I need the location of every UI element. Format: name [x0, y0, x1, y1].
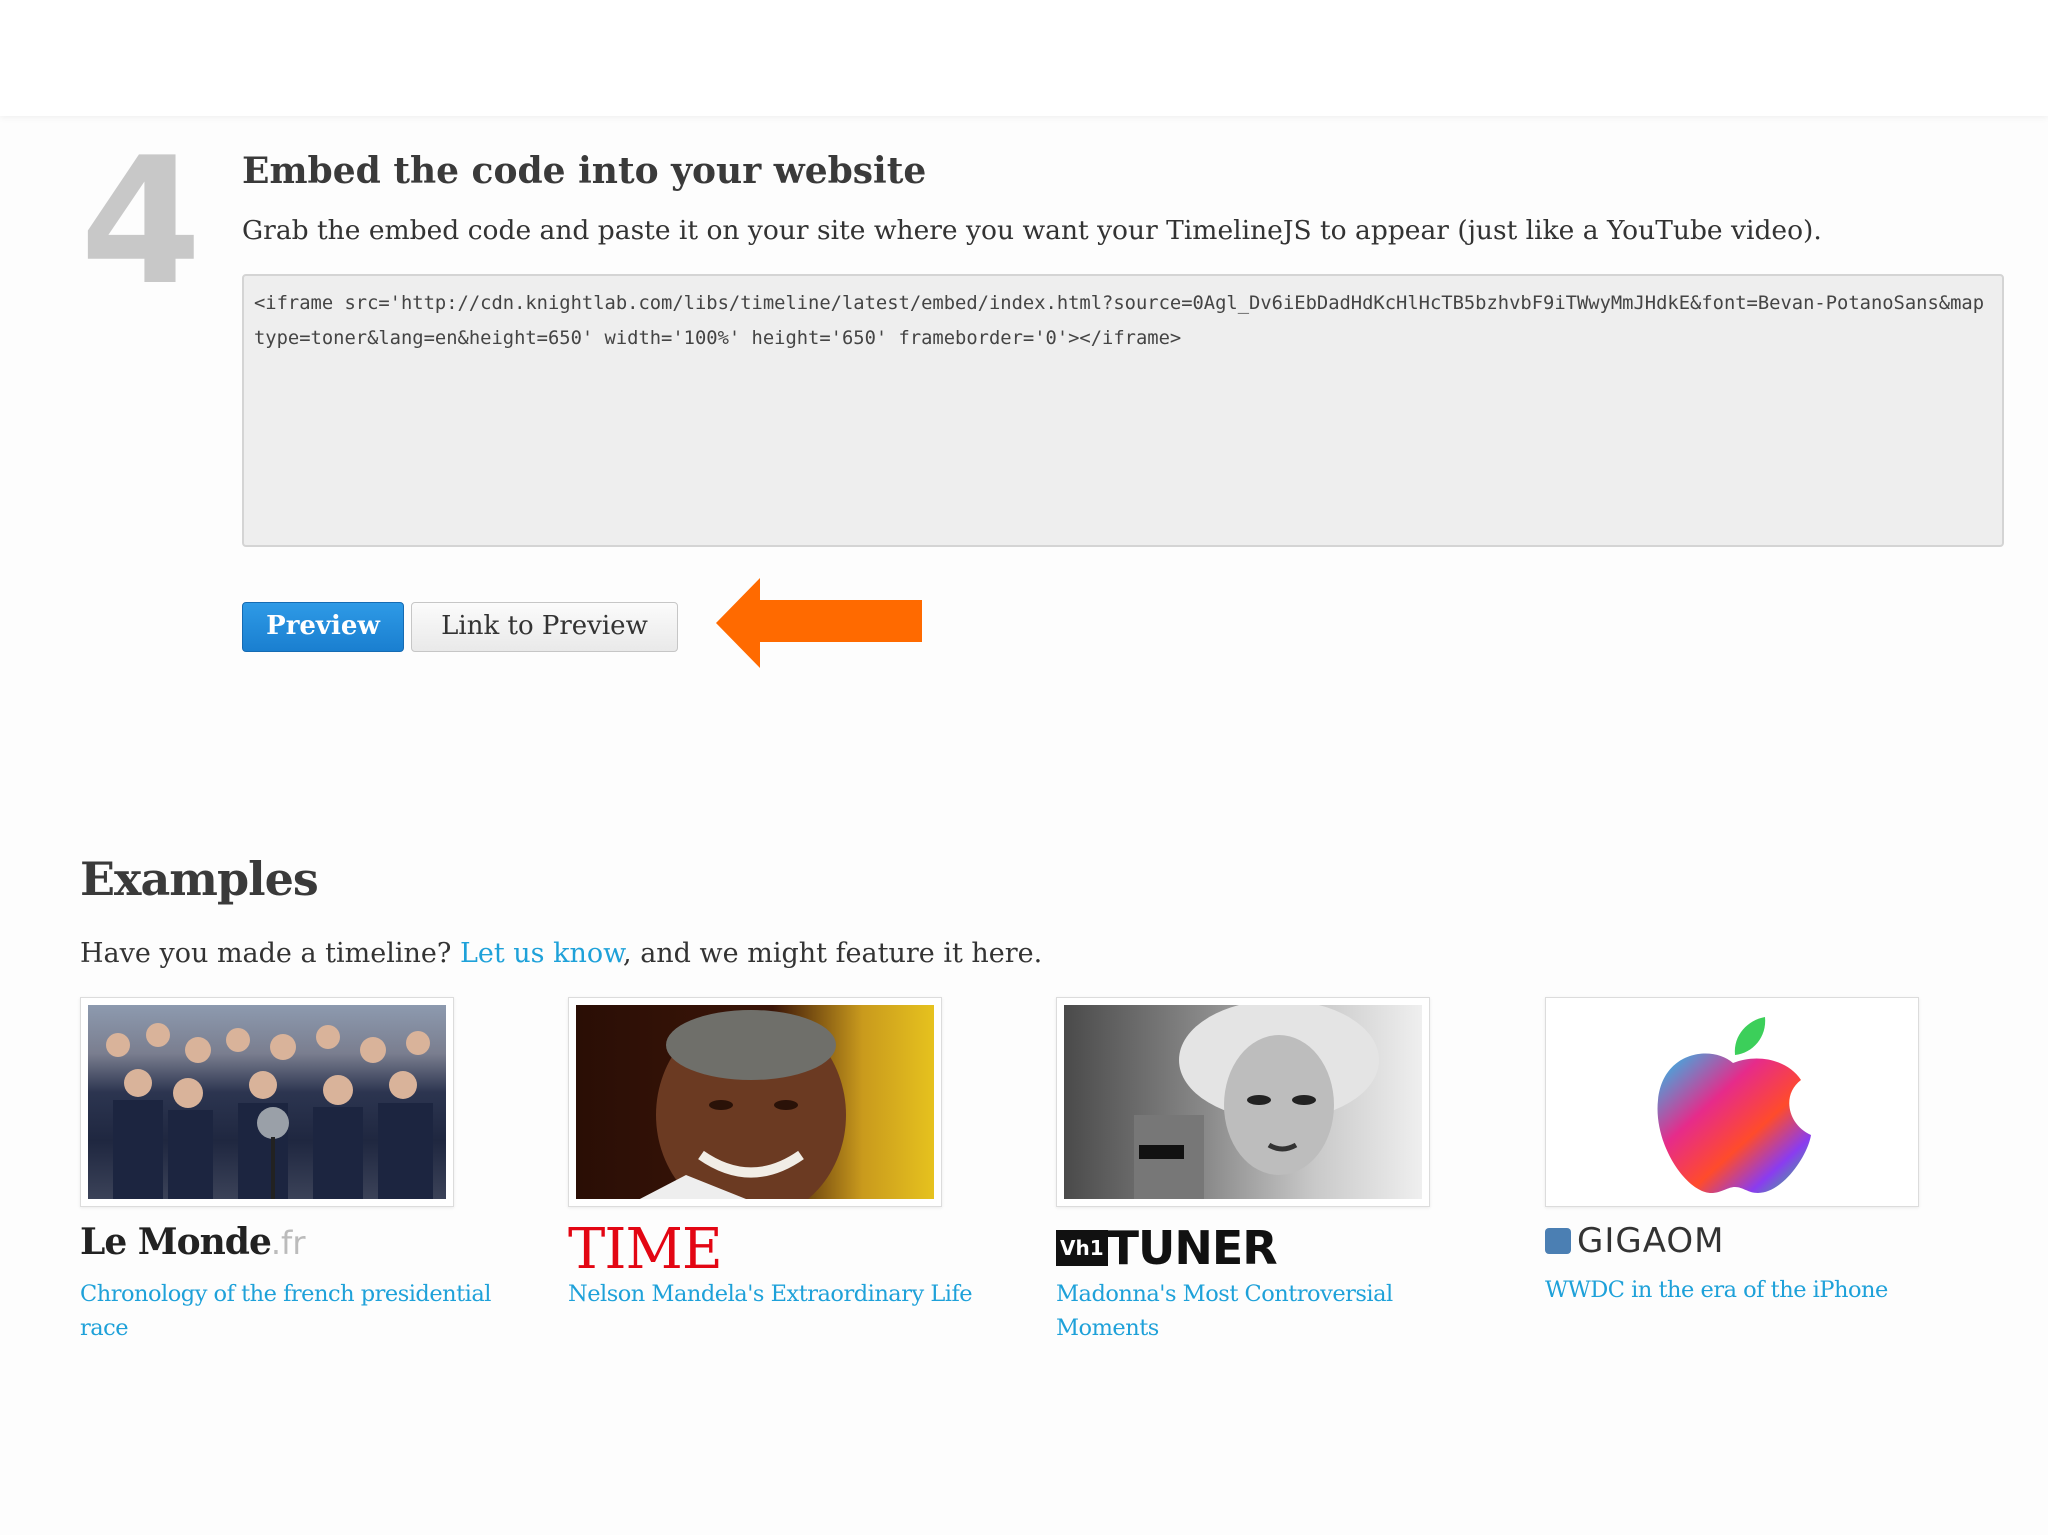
step-number: 4: [80, 121, 202, 324]
gigaom-logo-text: GIGAOM: [1577, 1221, 1725, 1261]
embed-code-textarea[interactable]: <iframe src='http://cdn.knightlab.com/li…: [242, 274, 2004, 547]
lemonde-logo: Le Monde.fr: [80, 1221, 510, 1271]
section-title: Embed the code into your website: [242, 150, 927, 192]
vh1-badge: Vh1: [1056, 1230, 1108, 1266]
example-link-lemonde[interactable]: Chronology of the french presidential ra…: [80, 1277, 510, 1345]
section-description: Grab the embed code and paste it on your…: [242, 215, 1822, 246]
intro-text-end: , and we might feature it here.: [623, 938, 1043, 969]
let-us-know-link[interactable]: Let us know: [460, 938, 623, 969]
lemonde-logo-suffix: .fr: [270, 1224, 306, 1262]
intro-text: Have you made a timeline?: [80, 938, 460, 969]
gigaom-grid-icon: [1545, 1228, 1571, 1254]
apple-logo-icon: [1553, 1005, 1911, 1199]
top-bar: [0, 0, 2048, 116]
example-thumbnail[interactable]: [568, 997, 942, 1207]
tuner-logo-text: TUNER: [1107, 1221, 1278, 1275]
crowd-photo: [88, 1005, 446, 1199]
example-link-gigaom[interactable]: WWDC in the era of the iPhone: [1545, 1273, 1965, 1307]
gigaom-logo: GIGAOM: [1545, 1221, 1975, 1271]
example-thumbnail[interactable]: [1545, 997, 1919, 1207]
example-link-time[interactable]: Nelson Mandela's Extraordinary Life: [568, 1277, 998, 1311]
preview-button[interactable]: Preview: [242, 602, 404, 652]
time-logo: TIME: [568, 1221, 998, 1279]
example-thumbnail[interactable]: [80, 997, 454, 1207]
example-card-gigaom: GIGAOM WWDC in the era of the iPhone: [1545, 997, 1975, 1307]
lemonde-logo-text: Le Monde: [80, 1221, 272, 1263]
examples-intro: Have you made a timeline? Let us know, a…: [80, 938, 1042, 969]
example-card-tuner: Vh1TUNER Madonna's Most Controversial Mo…: [1056, 997, 1486, 1345]
example-card-time: TIME Nelson Mandela's Extraordinary Life: [568, 997, 998, 1311]
link-to-preview-button[interactable]: Link to Preview: [411, 602, 678, 652]
time-logo-text: TIME: [568, 1217, 723, 1282]
examples-title: Examples: [80, 852, 319, 906]
portrait-photo: [576, 1005, 934, 1199]
example-card-lemonde: Le Monde.fr Chronology of the french pre…: [80, 997, 510, 1345]
bw-portrait-photo: [1064, 1005, 1422, 1199]
example-thumbnail[interactable]: [1056, 997, 1430, 1207]
left-arrow-icon: [716, 578, 922, 668]
tuner-logo: Vh1TUNER: [1056, 1221, 1486, 1275]
example-link-tuner[interactable]: Madonna's Most Controversial Moments: [1056, 1277, 1456, 1345]
